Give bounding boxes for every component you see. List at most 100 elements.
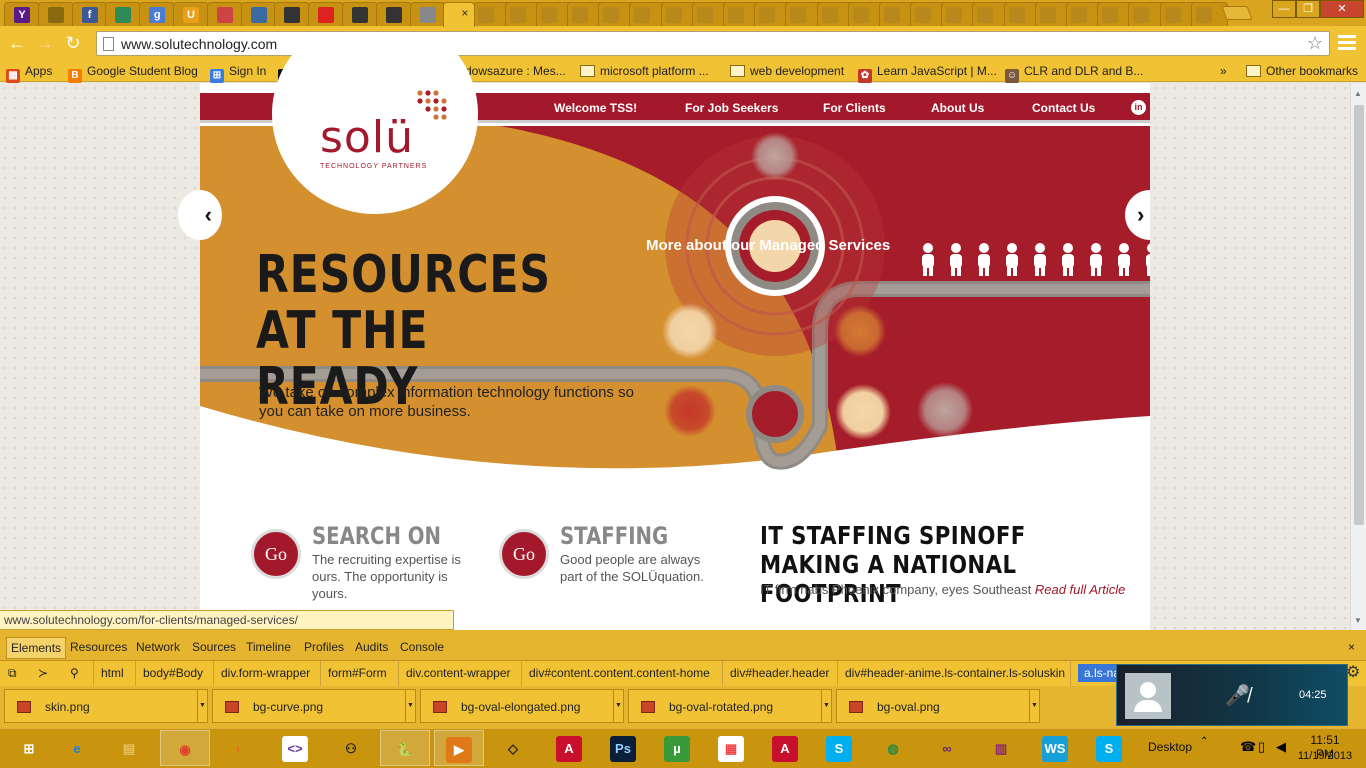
minimize-button[interactable]: — [1272,0,1296,18]
devtools-tab[interactable]: Console [400,640,444,654]
chrome-menu-icon[interactable] [1338,35,1356,51]
network-icon[interactable]: ☎ [1240,739,1256,755]
reload-button[interactable]: ↻ [62,32,84,54]
nav-link[interactable]: Contact Us [1032,101,1095,115]
browser-tab[interactable]: g [139,2,176,26]
linkedin-icon[interactable]: in [1131,100,1146,115]
browser-tab[interactable]: Y [4,2,40,26]
browser-tab[interactable] [342,2,378,26]
nav-link[interactable]: Welcome TSS! [554,101,637,115]
dom-breadcrumb[interactable]: html [101,666,124,680]
utorrent-taskbar-icon[interactable]: µ [652,730,702,766]
other-bookmarks-folder[interactable]: Other bookmarks [1246,62,1358,80]
unity-taskbar-icon[interactable]: ◇ [488,730,538,766]
volume-icon[interactable]: ◀ [1276,739,1286,755]
adobe-taskbar-icon[interactable]: A [760,730,810,766]
back-button[interactable]: ← [6,32,28,54]
dom-breadcrumb[interactable]: div#header.header [730,666,829,680]
search-on-title[interactable]: SEARCH ON [312,522,441,550]
devtools-close-button[interactable]: × [1348,640,1355,654]
firefox-taskbar-icon[interactable]: ◐ [214,730,264,766]
file-explorer-taskbar-icon[interactable]: ▤ [104,730,154,766]
dropdown-icon[interactable]: ▼ [405,690,415,722]
bookmark-star-icon[interactable]: ☆ [1307,33,1323,54]
visual-studio-code-taskbar-icon[interactable]: <> [270,730,320,766]
tray-overflow-icon[interactable]: ⌃ [1200,736,1208,747]
bookmark-item[interactable]: ☺ CLR and DLR and B... [1005,62,1143,83]
webstorm-taskbar-icon[interactable]: WS [1030,730,1080,766]
scroll-up-icon[interactable]: ▲ [1354,89,1362,98]
read-full-article-link[interactable]: Read full Article [1035,582,1126,597]
scroll-thumb[interactable] [1354,105,1364,525]
call-notification[interactable]: 🎤̸ 04:25 [1116,664,1348,726]
nav-link[interactable]: About Us [931,101,984,115]
bookmarks-overflow-button[interactable]: » [1220,62,1227,80]
devtools-tab[interactable]: Network [136,640,180,654]
new-tab-button[interactable] [1221,6,1253,20]
dom-breadcrumb[interactable]: div.content-wrapper [406,666,511,680]
browser-tab[interactable] [105,2,142,26]
close-tab-icon[interactable]: × [461,6,468,20]
dom-breadcrumb[interactable]: body#Body [143,666,203,680]
devtools-tab[interactable]: Timeline [246,640,291,654]
dock-icon[interactable]: ⧉ [8,666,17,681]
settings-gear-icon[interactable]: ⚙ [1346,662,1360,682]
devtools-tab[interactable]: Audits [355,640,388,654]
forward-button[interactable]: → [34,32,56,54]
battery-icon[interactable]: ▯ [1258,739,1265,755]
browser-tab[interactable] [409,2,446,26]
staffing-title[interactable]: STAFFING [560,522,668,550]
bookmark-item[interactable]: ▦ Apps [6,62,52,83]
skype-2-taskbar-icon[interactable]: S [1084,730,1134,766]
browser-tab[interactable] [240,2,277,26]
resource-file-tab[interactable]: bg-oval.png ▼ [836,689,1040,723]
chrome-taskbar-icon[interactable]: ◉ [160,730,210,766]
acrobat-taskbar-icon[interactable]: A [544,730,594,766]
browser-tab[interactable] [274,2,311,26]
dom-breadcrumb[interactable]: div.form-wrapper [221,666,310,680]
skype-taskbar-icon[interactable]: S [814,730,864,766]
start-taskbar-icon[interactable]: ⊞ [4,730,54,766]
browser-tab[interactable]: f [71,2,108,26]
browser-tab[interactable] [206,2,243,26]
devtools-tab[interactable]: Resources [70,640,127,654]
nav-link[interactable]: For Clients [823,101,886,115]
dropdown-icon[interactable]: ▼ [1029,690,1039,722]
nav-link[interactable]: For Job Seekers [685,101,778,115]
managed-services-link[interactable]: More about our Managed Services [646,237,890,254]
visual-studio-taskbar-icon[interactable]: ∞ [922,730,972,766]
desktop-toolbar-label[interactable]: Desktop [1148,740,1192,754]
resource-file-tab[interactable]: skin.png ▼ [4,689,208,723]
dropdown-icon[interactable]: ▼ [613,690,623,722]
internet-explorer-taskbar-icon[interactable]: e [52,730,102,766]
devtools-tab[interactable]: Elements [6,637,67,659]
active-tab[interactable]: × [443,2,476,27]
browser-tab[interactable] [37,2,74,26]
inspect-search-icon[interactable]: ⚲ [70,666,79,680]
dom-breadcrumb[interactable]: form#Form [328,666,387,680]
dom-breadcrumb[interactable]: div#content.content.content-home [529,666,710,680]
devtools-tab[interactable]: Profiles [304,640,344,654]
devtools-tab[interactable]: Sources [192,640,236,654]
scroll-down-icon[interactable]: ▼ [1354,616,1362,625]
staffing-go-button[interactable]: Go [499,529,549,579]
bookmark-item[interactable]: web development [730,62,844,80]
bookmark-item[interactable]: microsoft platform ... [580,62,709,80]
bookmark-item[interactable]: ✿ Learn JavaScript | M... [858,62,997,83]
maximize-button[interactable]: ❐ [1296,0,1320,18]
winrar-taskbar-icon[interactable]: ▥ [976,730,1026,766]
bookmark-item[interactable]: B Google Student Blog [68,62,198,83]
network-globe-taskbar-icon[interactable]: ◍ [868,730,918,766]
resource-file-tab[interactable]: bg-curve.png ▼ [212,689,416,723]
page-scrollbar[interactable]: ▲ ▼ [1350,83,1366,630]
media-player-taskbar-icon[interactable]: ▶ [434,730,484,766]
python-taskbar-icon[interactable]: 🐍 [380,730,430,766]
mute-icon[interactable]: 🎤̸ [1225,683,1250,708]
dropdown-icon[interactable]: ▼ [821,690,831,722]
slider-prev-button[interactable]: ‹ [178,190,222,240]
dom-breadcrumb[interactable]: div#header-anime.ls-container.ls-soluski… [845,666,1065,680]
browser-tab[interactable] [375,2,412,26]
close-window-button[interactable]: ✕ [1320,0,1364,18]
browser-tab[interactable] [308,2,345,26]
browser-tab[interactable]: U [173,2,209,26]
